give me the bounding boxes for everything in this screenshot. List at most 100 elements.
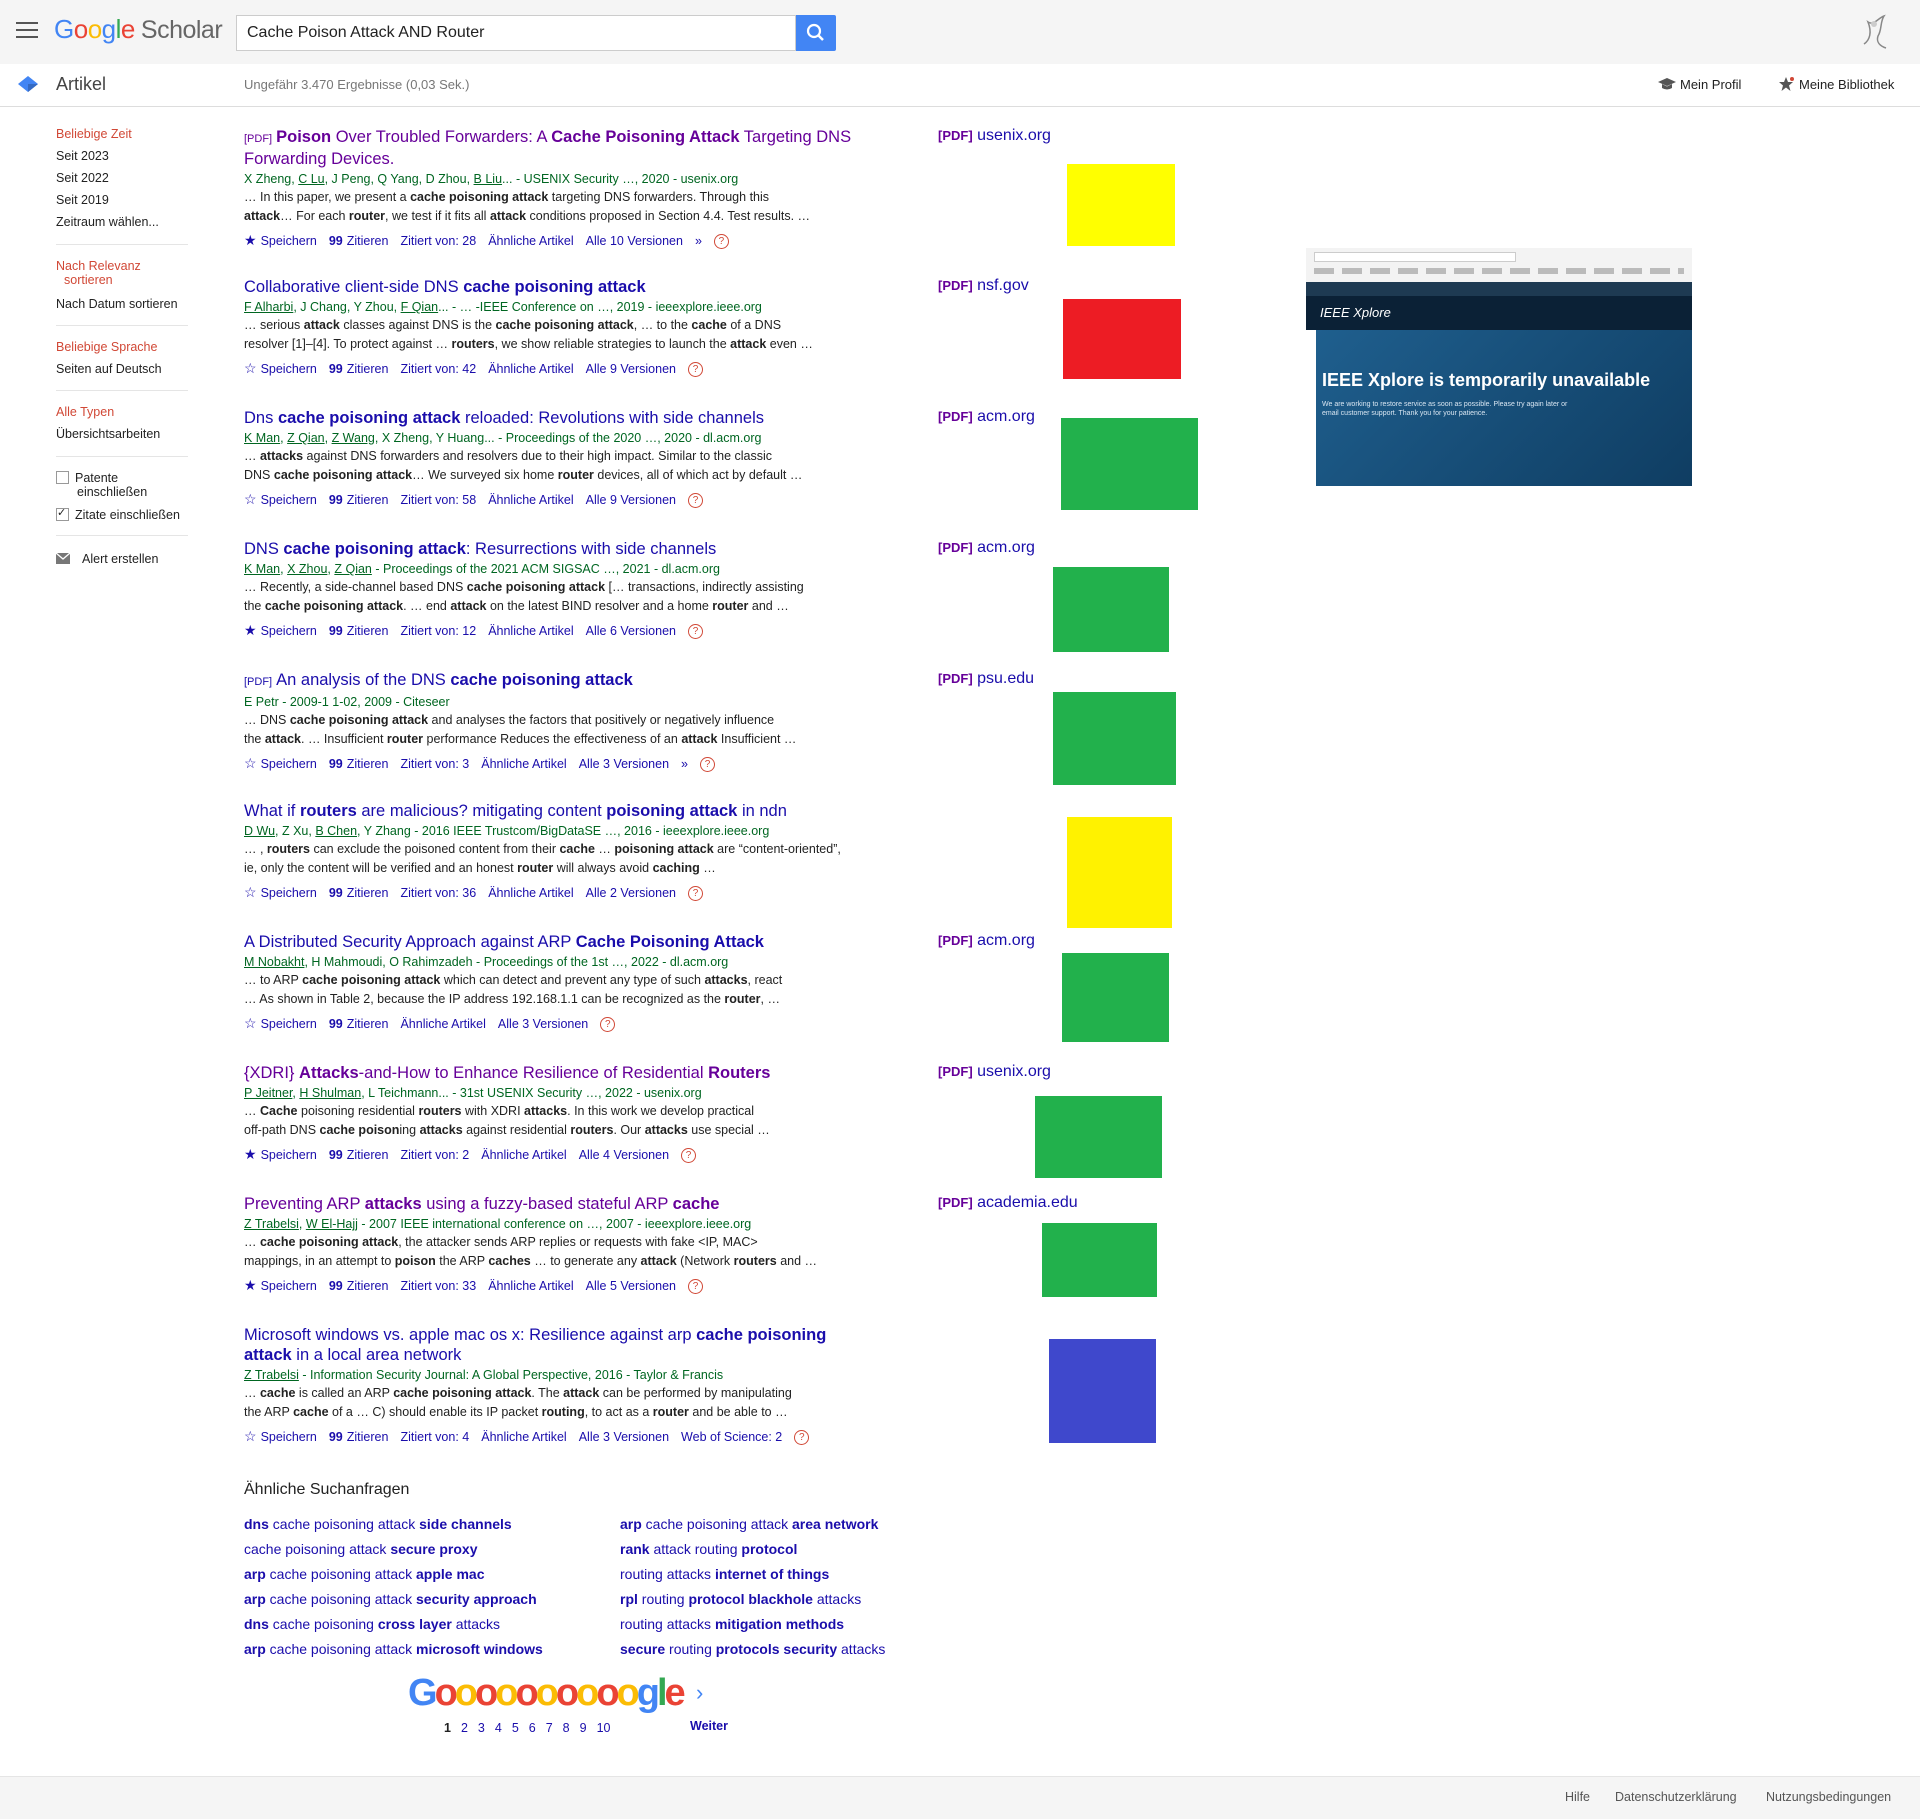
help-icon[interactable]: ? xyxy=(681,1148,697,1164)
similar-articles-link[interactable]: Ähnliche Artikel xyxy=(488,234,573,248)
related-search-link[interactable]: arp cache poisoning attack apple mac xyxy=(244,1562,543,1587)
help-icon[interactable]: ? xyxy=(794,1430,810,1446)
help-icon[interactable]: ? xyxy=(688,1279,703,1295)
filter-custom-range[interactable]: Zeitraum wählen... xyxy=(56,215,159,229)
related-search-link[interactable]: dns cache poisoning attack side channels xyxy=(244,1512,543,1537)
help-icon[interactable]: ? xyxy=(688,886,703,902)
filter-since-2022[interactable]: Seit 2022 xyxy=(56,171,109,185)
footer-terms-link[interactable]: Nutzungsbedingungen xyxy=(1766,1790,1891,1804)
page-number-link[interactable]: 5 xyxy=(512,1721,519,1735)
cite-link[interactable]: 99 Zitieren xyxy=(329,234,389,248)
help-icon[interactable]: ? xyxy=(688,362,703,378)
pdf-link[interactable]: [PDF] usenix.org xyxy=(938,127,1051,145)
chevron-right-icon[interactable]: › xyxy=(696,1680,703,1706)
page-number-link[interactable]: 2 xyxy=(461,1721,468,1735)
save-link[interactable]: ☆ Speichern xyxy=(244,491,317,507)
versions-link[interactable]: Alle 9 Versionen xyxy=(586,493,676,507)
similar-articles-link[interactable]: Ähnliche Artikel xyxy=(488,493,573,507)
page-number-link[interactable]: 10 xyxy=(597,1721,611,1735)
related-search-link[interactable]: routing attacks mitigation methods xyxy=(620,1612,885,1637)
search-input[interactable]: Cache Poison Attack AND Router xyxy=(236,15,796,51)
similar-articles-link[interactable]: Ähnliche Artikel xyxy=(400,1017,485,1031)
save-link[interactable]: ☆ Speichern xyxy=(244,1015,317,1031)
sort-relevance[interactable]: Nach Relevanz sortieren xyxy=(56,259,141,287)
footer-help-link[interactable]: Hilfe xyxy=(1565,1790,1590,1804)
similar-articles-link[interactable]: Ähnliche Artikel xyxy=(481,757,566,771)
save-link[interactable]: ☆ Speichern xyxy=(244,360,317,376)
help-icon[interactable]: ? xyxy=(713,234,729,250)
cited-by-link[interactable]: Zitiert von: 42 xyxy=(400,362,476,376)
cite-link[interactable]: 99 Zitieren xyxy=(329,493,389,507)
save-link[interactable]: ★ Speichern xyxy=(244,1146,317,1162)
result-title-link[interactable]: DNS cache poisoning attack: Resurrection… xyxy=(244,539,874,559)
pdf-link[interactable]: [PDF] academia.edu xyxy=(938,1194,1078,1212)
related-search-link[interactable]: arp cache poisoning attack microsoft win… xyxy=(244,1637,543,1662)
cite-link[interactable]: 99 Zitieren xyxy=(329,757,389,771)
result-title-link[interactable]: {XDRI} Attacks-and-How to Enhance Resili… xyxy=(244,1063,874,1083)
related-search-link[interactable]: arp cache poisoning attack security appr… xyxy=(244,1587,543,1612)
versions-link[interactable]: Alle 3 Versionen xyxy=(498,1017,588,1031)
cite-link[interactable]: 99 Zitieren xyxy=(329,624,389,638)
help-icon[interactable]: ? xyxy=(688,493,703,509)
more-icon[interactable]: » xyxy=(695,234,702,248)
next-page-link[interactable]: Weiter xyxy=(690,1719,728,1733)
related-search-link[interactable]: rpl routing protocol blackhole attacks xyxy=(620,1587,885,1612)
save-link[interactable]: ☆ Speichern xyxy=(244,1428,317,1444)
related-search-link[interactable]: arp cache poisoning attack area network xyxy=(620,1512,885,1537)
more-icon[interactable]: » xyxy=(681,757,688,771)
result-title-link[interactable]: [PDF] An analysis of the DNS cache poison… xyxy=(244,670,874,692)
cited-by-link[interactable]: Zitiert von: 3 xyxy=(400,757,469,771)
search-button[interactable] xyxy=(796,15,836,51)
related-search-link[interactable]: secure routing protocols security attack… xyxy=(620,1637,885,1662)
cited-by-link[interactable]: Zitiert von: 33 xyxy=(400,1279,476,1293)
versions-link[interactable]: Alle 4 Versionen xyxy=(579,1148,669,1162)
result-title-link[interactable]: Collaborative client-side DNS cache pois… xyxy=(244,277,874,297)
versions-link[interactable]: Alle 3 Versionen xyxy=(579,757,669,771)
save-link[interactable]: ☆ Speichern xyxy=(244,755,317,771)
related-search-link[interactable]: routing attacks internet of things xyxy=(620,1562,885,1587)
result-title-link[interactable]: [PDF] Poison Over Troubled Forwarders: A … xyxy=(244,127,874,169)
versions-link[interactable]: Alle 3 Versionen xyxy=(579,1430,669,1444)
page-number-link[interactable]: 4 xyxy=(495,1721,502,1735)
cite-link[interactable]: 99 Zitieren xyxy=(329,1017,389,1031)
filter-since-2023[interactable]: Seit 2023 xyxy=(56,149,109,163)
similar-articles-link[interactable]: Ähnliche Artikel xyxy=(488,624,573,638)
related-search-link[interactable]: dns cache poisoning cross layer attacks xyxy=(244,1612,543,1637)
sort-date[interactable]: Nach Datum sortieren xyxy=(56,297,178,311)
result-title-link[interactable]: A Distributed Security Approach against … xyxy=(244,932,874,952)
similar-articles-link[interactable]: Ähnliche Artikel xyxy=(481,1148,566,1162)
versions-link[interactable]: Alle 10 Versionen xyxy=(586,234,683,248)
result-title-link[interactable]: What if routers are malicious? mitigatin… xyxy=(244,801,874,821)
cite-link[interactable]: 99 Zitieren xyxy=(329,1148,389,1162)
pdf-link[interactable]: [PDF] acm.org xyxy=(938,539,1035,557)
cited-by-link[interactable]: Zitiert von: 12 xyxy=(400,624,476,638)
library-link[interactable]: Meine Bibliothek xyxy=(1778,76,1894,94)
google-scholar-logo[interactable]: Google Scholar xyxy=(54,14,223,45)
related-search-link[interactable]: rank attack routing protocol xyxy=(620,1537,885,1562)
cite-link[interactable]: 99 Zitieren xyxy=(329,1279,389,1293)
cited-by-link[interactable]: Zitiert von: 58 xyxy=(400,493,476,507)
pdf-link[interactable]: [PDF] psu.edu xyxy=(938,670,1034,688)
related-search-link[interactable]: cache poisoning attack secure proxy xyxy=(244,1537,543,1562)
cite-link[interactable]: 99 Zitieren xyxy=(329,362,389,376)
similar-articles-link[interactable]: Ähnliche Artikel xyxy=(481,1430,566,1444)
menu-icon[interactable] xyxy=(16,22,38,40)
help-icon[interactable]: ? xyxy=(600,1017,616,1033)
result-title-link[interactable]: Microsoft windows vs. apple mac os x: Re… xyxy=(244,1325,874,1365)
result-title-link[interactable]: Dns cache poisoning attack reloaded: Rev… xyxy=(244,408,874,428)
page-number-link[interactable]: 3 xyxy=(478,1721,485,1735)
cited-by-link[interactable]: Zitiert von: 36 xyxy=(400,886,476,900)
cite-link[interactable]: 99 Zitieren xyxy=(329,1430,389,1444)
cited-by-link[interactable]: Zitiert von: 2 xyxy=(400,1148,469,1162)
page-number-link[interactable]: 6 xyxy=(529,1721,536,1735)
pdf-link[interactable]: [PDF] usenix.org xyxy=(938,1063,1051,1081)
save-link[interactable]: ★ Speichern xyxy=(244,622,317,638)
cited-by-link[interactable]: Zitiert von: 28 xyxy=(400,234,476,248)
pdf-link[interactable]: [PDF] nsf.gov xyxy=(938,277,1029,295)
similar-articles-link[interactable]: Ähnliche Artikel xyxy=(488,886,573,900)
filter-any-language[interactable]: Beliebige Sprache xyxy=(56,340,157,354)
profile-link[interactable]: Mein Profil xyxy=(1658,76,1741,94)
filter-german-pages[interactable]: Seiten auf Deutsch xyxy=(56,362,162,376)
filter-review-articles[interactable]: Übersichtsarbeiten xyxy=(56,427,160,441)
similar-articles-link[interactable]: Ähnliche Artikel xyxy=(488,1279,573,1293)
